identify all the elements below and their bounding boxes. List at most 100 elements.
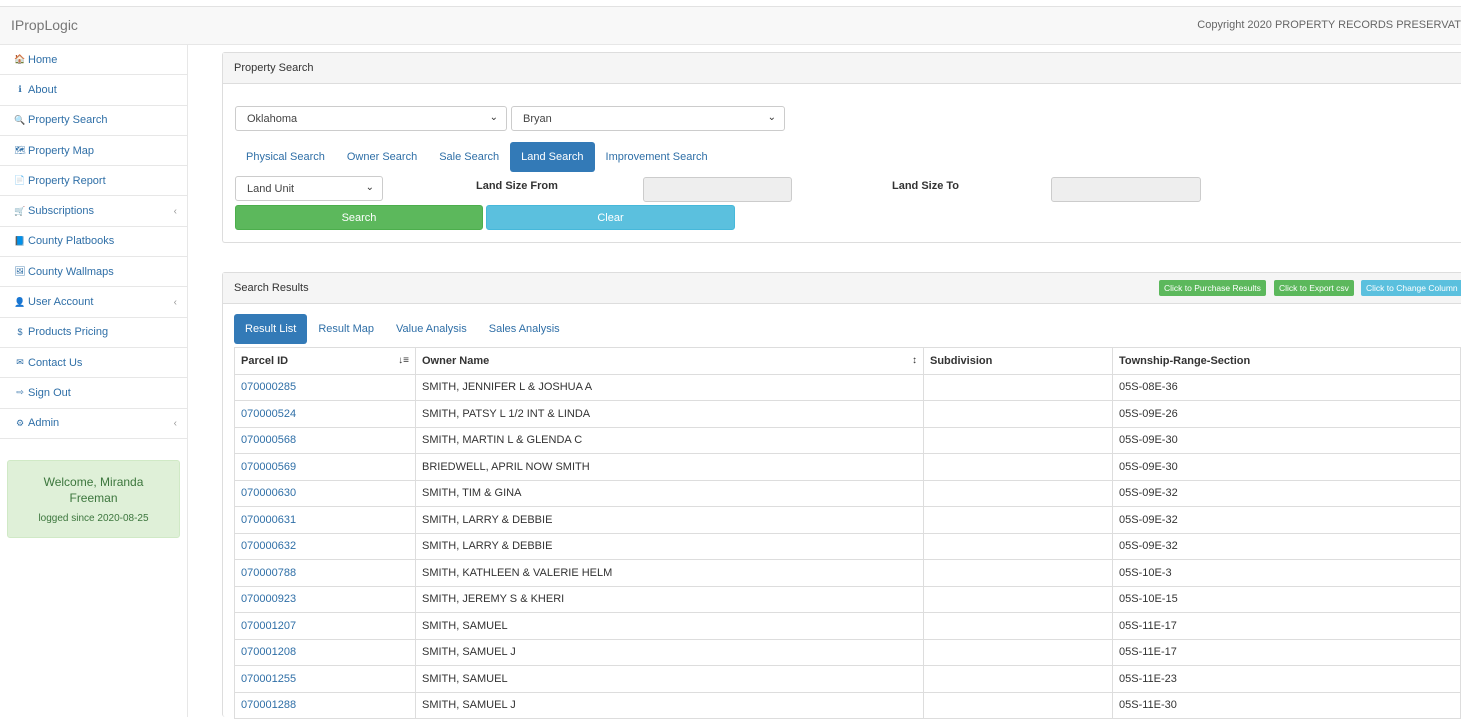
parcel-id-link[interactable]: 070000569	[234, 453, 416, 481]
tab-result-list[interactable]: Result List	[234, 314, 308, 344]
sidebar-item-label: County Wallmaps	[28, 265, 114, 278]
sidebar-item-property-map[interactable]: 🗺 Property Map	[0, 136, 187, 167]
sidebar-item-admin[interactable]: ⚙ Admin ‹	[0, 409, 187, 439]
trs-cell: 05S-11E-17	[1112, 638, 1461, 666]
county-select[interactable]: Bryan ⌄	[511, 106, 785, 131]
column-header-parcel-id[interactable]: Parcel ID ↓≡	[234, 347, 416, 375]
brand-logo[interactable]: IPropLogic	[11, 17, 78, 33]
chevron-left-icon: ‹	[173, 205, 177, 217]
sidebar-item-sign-out[interactable]: ⇨ Sign Out	[0, 378, 187, 409]
trs-cell: 05S-11E-23	[1112, 665, 1461, 693]
state-select[interactable]: Oklahoma ⌄	[235, 106, 507, 131]
parcel-id-link[interactable]: 070000568	[234, 426, 416, 454]
sidebar-item-property-search[interactable]: 🔍 Property Search	[0, 106, 187, 136]
sidebar-item-user-account[interactable]: 👤 User Account ‹	[0, 287, 187, 318]
trs-cell: 05S-09E-32	[1112, 506, 1461, 534]
land-unit-select[interactable]: Land Unit ⌄	[235, 176, 383, 201]
sidebar-item-label: Property Map	[28, 144, 95, 157]
chevron-down-icon: ⌄	[365, 182, 374, 193]
subdivision-cell	[923, 506, 1113, 534]
result-view-tabs: Result List Result Map Value Analysis Sa…	[234, 314, 571, 344]
subdivision-cell	[923, 691, 1113, 719]
clear-button[interactable]: Clear	[486, 205, 735, 230]
login-date: logged since 2020-08-25	[38, 513, 149, 524]
sidebar-item-property-report[interactable]: 📄 Property Report	[0, 166, 187, 197]
search-button[interactable]: Search	[235, 205, 483, 230]
table-row[interactable]: 070000630 SMITH, TIM & GINA 05S-09E-32	[234, 479, 1461, 507]
sidebar-item-contact-us[interactable]: ✉ Contact Us	[0, 348, 187, 379]
tab-owner-search[interactable]: Owner Search	[336, 142, 428, 172]
column-header-owner-name[interactable]: Owner Name ↕	[415, 347, 924, 375]
sidebar-item-label: User Account	[28, 296, 94, 309]
subdivision-cell	[923, 479, 1113, 507]
owner-name-cell: SMITH, LARRY & DEBBIE	[415, 506, 924, 534]
parcel-id-link[interactable]: 070001208	[234, 638, 416, 666]
sidebar-item-products-pricing[interactable]: $ Products Pricing	[0, 318, 187, 348]
owner-name-cell: BRIEDWELL, APRIL NOW SMITH	[415, 453, 924, 481]
tab-value-analysis[interactable]: Value Analysis	[385, 314, 478, 344]
sidebar-item-county-wallmaps[interactable]: 🖼 County Wallmaps	[0, 257, 187, 288]
welcome-name: Welcome, Miranda Freeman	[43, 475, 144, 505]
land-size-to-input[interactable]	[1051, 177, 1201, 202]
tab-physical-search[interactable]: Physical Search	[235, 142, 336, 172]
tab-sale-search[interactable]: Sale Search	[428, 142, 510, 172]
dollar-icon: $	[17, 327, 23, 338]
column-header-subdivision[interactable]: Subdivision	[923, 347, 1113, 375]
table-row[interactable]: 070000923 SMITH, JEREMY S & KHERI 05S-10E-…	[234, 585, 1461, 613]
sidebar-item-label: County Platbooks	[28, 235, 115, 248]
picture-icon: 🖼	[14, 266, 26, 277]
owner-name-cell: SMITH, SAMUEL J	[415, 691, 924, 719]
sidebar-menu: 🏠 Home ℹ About 🔍 Property Search 🗺 Property Map…	[0, 45, 187, 439]
search-type-tabs: Physical Search Owner Search Sale Search…	[235, 142, 719, 172]
table-row[interactable]: 070001255 SMITH, SAMUEL 05S-11E-23	[234, 665, 1461, 693]
sidebar-item-label: Property Report	[28, 174, 106, 187]
subdivision-cell	[923, 400, 1113, 428]
parcel-id-link[interactable]: 070000788	[234, 559, 416, 587]
sidebar-item-about[interactable]: ℹ About	[0, 75, 187, 106]
parcel-id-link[interactable]: 070000285	[234, 373, 416, 401]
parcel-id-link[interactable]: 070001255	[234, 665, 416, 693]
table-row[interactable]: 070000285 SMITH, JENNIFER L & JOSHUA A 05S…	[234, 373, 1461, 401]
table-row[interactable]: 070001288 SMITH, SAMUEL J 05S-11E-30	[234, 691, 1461, 719]
parcel-id-link[interactable]: 070001288	[234, 691, 416, 719]
owner-name-cell: SMITH, KATHLEEN & VALERIE HELM	[415, 559, 924, 587]
tab-land-search[interactable]: Land Search	[510, 142, 595, 172]
chevron-left-icon: ‹	[173, 296, 177, 308]
table-row[interactable]: 070000568 SMITH, MARTIN L & GLENDA C 05S-0…	[234, 426, 1461, 454]
sidebar-item-subscriptions[interactable]: 🛒 Subscriptions ‹	[0, 196, 187, 227]
parcel-id-link[interactable]: 070000630	[234, 479, 416, 507]
tab-result-map[interactable]: Result Map	[307, 314, 385, 344]
table-row[interactable]: 070000632 SMITH, LARRY & DEBBIE 05S-09E-32	[234, 532, 1461, 560]
parcel-id-link[interactable]: 070000524	[234, 400, 416, 428]
tab-improvement-search[interactable]: Improvement Search	[595, 142, 719, 172]
parcel-id-link[interactable]: 070000631	[234, 506, 416, 534]
sidebar-item-county-platbooks[interactable]: 📘 County Platbooks	[0, 227, 187, 258]
table-row[interactable]: 070000569 BRIEDWELL, APRIL NOW SMITH 05S-0…	[234, 453, 1461, 481]
change-columns-button[interactable]: Click to Change Column	[1361, 280, 1461, 296]
map-icon: 🗺	[14, 145, 26, 156]
column-header-label: Owner Name	[422, 354, 490, 367]
table-row[interactable]: 070000631 SMITH, LARRY & DEBBIE 05S-09E-32	[234, 506, 1461, 534]
table-row[interactable]: 070000788 SMITH, KATHLEEN & VALERIE HELM 0…	[234, 559, 1461, 587]
sort-ascending-icon[interactable]: ↓≡	[398, 355, 409, 366]
info-icon: ℹ	[18, 84, 22, 95]
parcel-id-link[interactable]: 070000923	[234, 585, 416, 613]
table-row[interactable]: 070000524 SMITH, PATSY L 1/2 INT & LINDA 0…	[234, 400, 1461, 428]
county-select-value: Bryan	[523, 113, 552, 125]
sort-icon[interactable]: ↕	[912, 355, 917, 366]
sidebar-item-home[interactable]: 🏠 Home	[0, 45, 187, 76]
tab-sales-analysis[interactable]: Sales Analysis	[478, 314, 571, 344]
purchase-results-button[interactable]: Click to Purchase Results	[1159, 280, 1266, 296]
table-row[interactable]: 070001207 SMITH, SAMUEL 05S-11E-17	[234, 612, 1461, 640]
column-header-township-range-section[interactable]: Township-Range-Section	[1112, 347, 1461, 375]
table-row[interactable]: 070001208 SMITH, SAMUEL J 05S-11E-17	[234, 638, 1461, 666]
owner-name-cell: SMITH, JEREMY S & KHERI	[415, 585, 924, 613]
parcel-id-link[interactable]: 070000632	[234, 532, 416, 560]
export-csv-button[interactable]: Click to Export csv	[1274, 280, 1354, 296]
trs-cell: 05S-09E-32	[1112, 479, 1461, 507]
land-size-from-label: Land Size From	[476, 180, 558, 192]
subdivision-cell	[923, 638, 1113, 666]
land-size-from-input[interactable]	[643, 177, 792, 202]
parcel-id-link[interactable]: 070001207	[234, 612, 416, 640]
trs-cell: 05S-11E-30	[1112, 691, 1461, 719]
